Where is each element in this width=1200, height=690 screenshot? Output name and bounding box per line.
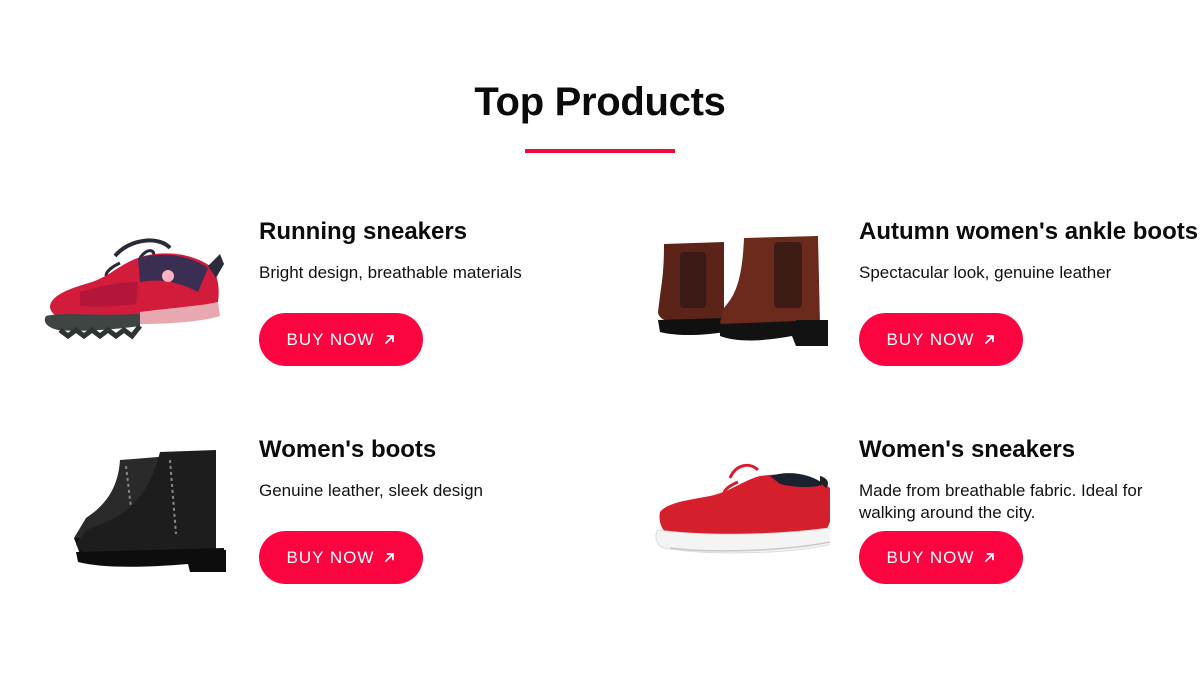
product-card-womens-sneakers: Women's sneakers Made from breathable fa… — [600, 426, 1200, 626]
product-name: Women's boots — [259, 436, 437, 463]
product-name: Autumn women's ankle boots — [859, 218, 1199, 245]
womens-sneakers-image[interactable] — [620, 426, 830, 596]
arrow-up-right-icon — [384, 334, 395, 345]
product-name: Women's sneakers — [859, 436, 1076, 463]
product-card-ankle-boots: Autumn women's ankle boots Spectacular l… — [600, 208, 1200, 408]
buy-now-button[interactable]: BUY NOW — [859, 531, 1023, 584]
buy-now-label: BUY NOW — [886, 547, 975, 567]
title-underline — [525, 149, 675, 153]
buy-now-label: BUY NOW — [286, 547, 375, 567]
buy-now-label: BUY NOW — [886, 329, 975, 349]
ankle-boots-image[interactable] — [620, 208, 830, 378]
buy-now-label: BUY NOW — [286, 329, 375, 349]
product-card-running-sneakers: Running sneakers Bright design, breathab… — [0, 208, 600, 408]
buy-now-button[interactable]: BUY NOW — [259, 531, 423, 584]
arrow-up-right-icon — [984, 334, 995, 345]
section-title: Top Products — [474, 80, 726, 124]
buy-now-button[interactable]: BUY NOW — [259, 313, 423, 366]
product-name: Running sneakers — [259, 218, 468, 245]
product-description: Bright design, breathable materials — [259, 263, 522, 282]
running-sneaker-image[interactable] — [20, 208, 230, 378]
womens-boots-image[interactable] — [20, 426, 230, 596]
product-description: Genuine leather, sleek design — [259, 481, 483, 500]
arrow-up-right-icon — [984, 552, 995, 563]
arrow-up-right-icon — [384, 552, 395, 563]
product-card-womens-boots: Women's boots Genuine leather, sleek des… — [0, 426, 600, 626]
product-description: Spectacular look, genuine leather — [859, 263, 1112, 282]
product-description: Made from breathable fabric. Ideal for w… — [859, 481, 1143, 522]
buy-now-button[interactable]: BUY NOW — [859, 313, 1023, 366]
